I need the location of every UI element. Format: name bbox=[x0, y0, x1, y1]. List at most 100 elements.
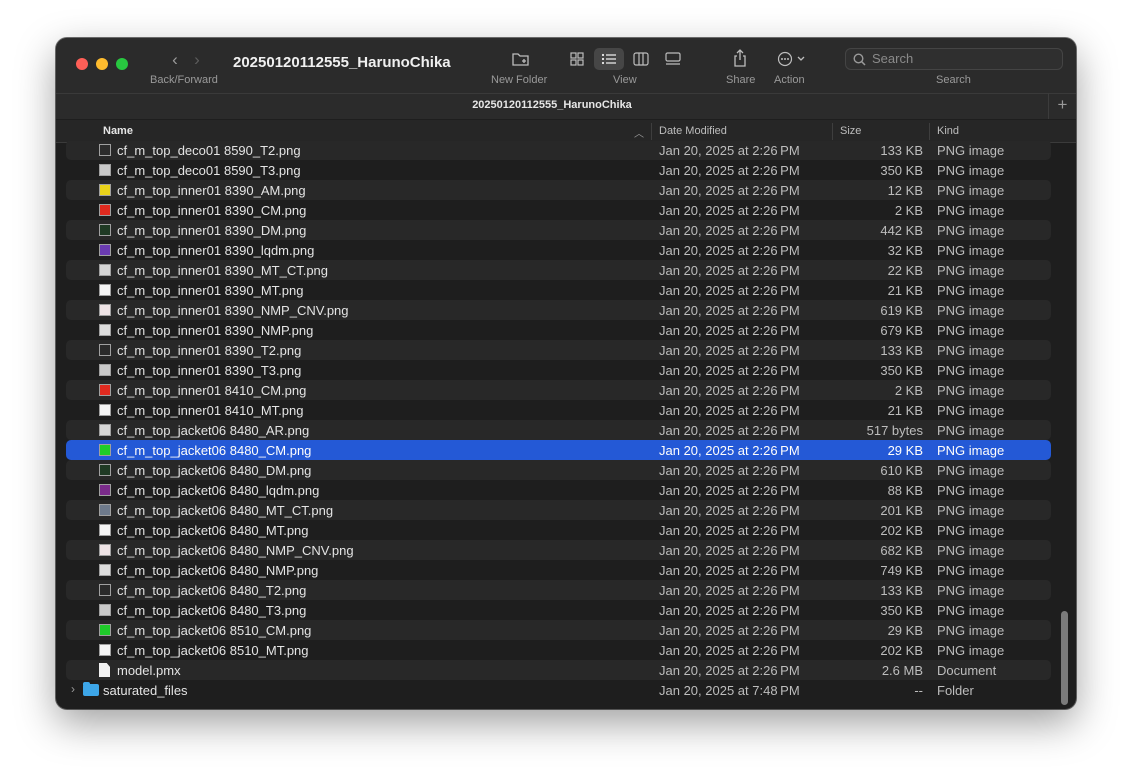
file-name: cf_m_top_inner01 8390_MT.png bbox=[117, 283, 304, 298]
file-name: cf_m_top_jacket06 8480_NMP.png bbox=[117, 563, 319, 578]
file-row[interactable]: cf_m_top_jacket06 8510_MT.png Jan 20, 202… bbox=[66, 640, 1051, 660]
file-row[interactable]: cf_m_top_inner01 8390_T2.png Jan 20, 2025… bbox=[66, 340, 1051, 360]
file-row[interactable]: cf_m_top_inner01 8390_CM.png Jan 20, 2025… bbox=[66, 200, 1051, 220]
sort-ascending-chevron-icon[interactable]: ︿ bbox=[634, 125, 644, 140]
name-column-header[interactable]: Name bbox=[103, 125, 133, 137]
file-kind: PNG image bbox=[937, 363, 1005, 378]
file-size: 21 KB bbox=[887, 403, 923, 418]
file-row[interactable]: cf_m_top_jacket06 8480_T2.png Jan 20, 202… bbox=[66, 580, 1051, 600]
file-row[interactable]: cf_m_top_jacket06 8480_DM.png Jan 20, 202… bbox=[66, 460, 1051, 480]
forward-chevron-icon[interactable]: › bbox=[186, 50, 208, 70]
file-list: cf_m_top_deco01 8590_T2.png Jan 20, 2025 … bbox=[56, 141, 1076, 709]
file-row[interactable]: cf_m_top_inner01 8410_MT.png Jan 20, 2025… bbox=[66, 400, 1051, 420]
date-modified: Jan 20, 2025 at 2:26 PM bbox=[659, 223, 800, 238]
back-chevron-icon[interactable]: ‹ bbox=[164, 50, 186, 70]
kind-column-header[interactable]: Kind bbox=[937, 125, 959, 137]
close-window-button[interactable] bbox=[76, 58, 88, 70]
tab-title[interactable]: 20250120112555_HarunoChika bbox=[56, 99, 1048, 111]
file-row[interactable]: cf_m_top_jacket06 8480_MT.png Jan 20, 202… bbox=[66, 520, 1051, 540]
file-row[interactable]: cf_m_top_jacket06 8480_CM.png Jan 20, 202… bbox=[66, 440, 1051, 460]
gallery-view-button[interactable] bbox=[658, 48, 688, 70]
column-divider[interactable] bbox=[651, 123, 652, 140]
date-modified: Jan 20, 2025 at 2:26 PM bbox=[659, 363, 800, 378]
file-size: 201 KB bbox=[880, 503, 923, 518]
file-row[interactable]: model.pmx Jan 20, 2025 at 2:26 PM 2.6 MB Do… bbox=[66, 660, 1051, 680]
tab-bar: 20250120112555_HarunoChika + bbox=[56, 93, 1076, 119]
search-input[interactable] bbox=[872, 51, 1052, 66]
file-row[interactable]: cf_m_top_jacket06 8480_MT_CT.png Jan 20, … bbox=[66, 500, 1051, 520]
ellipsis-circle-icon bbox=[777, 51, 805, 67]
file-row[interactable]: cf_m_top_jacket06 8480_AR.png Jan 20, 202… bbox=[66, 420, 1051, 440]
vertical-scrollbar[interactable] bbox=[1061, 611, 1068, 705]
file-kind: PNG image bbox=[937, 603, 1005, 618]
icon-view-button[interactable] bbox=[562, 48, 592, 70]
file-name: cf_m_top_deco01 8590_T3.png bbox=[117, 163, 301, 178]
file-kind: PNG image bbox=[937, 203, 1005, 218]
file-name: cf_m_top_inner01 8390_CM.png bbox=[117, 203, 307, 218]
date-modified: Jan 20, 2025 at 2:26 PM bbox=[659, 423, 800, 438]
file-row[interactable]: cf_m_top_jacket06 8480_NMP_CNV.png Jan 20… bbox=[66, 540, 1051, 560]
file-row[interactable]: cf_m_top_inner01 8390_lqdm.png Jan 20, 20… bbox=[66, 240, 1051, 260]
column-view-button[interactable] bbox=[626, 48, 656, 70]
action-label: Action bbox=[774, 74, 805, 86]
file-name: cf_m_top_inner01 8390_lqdm.png bbox=[117, 243, 315, 258]
file-kind: PNG image bbox=[937, 283, 1005, 298]
file-row[interactable]: cf_m_top_inner01 8410_CM.png Jan 20, 2025… bbox=[66, 380, 1051, 400]
file-row[interactable]: cf_m_top_deco01 8590_T3.png Jan 20, 2025 … bbox=[66, 160, 1051, 180]
minimize-window-button[interactable] bbox=[96, 58, 108, 70]
date-modified: Jan 20, 2025 at 2:26 PM bbox=[659, 343, 800, 358]
size-column-header[interactable]: Size bbox=[840, 125, 861, 137]
date-modified: Jan 20, 2025 at 2:26 PM bbox=[659, 163, 800, 178]
image-thumbnail-icon bbox=[99, 404, 111, 416]
file-kind: PNG image bbox=[937, 383, 1005, 398]
new-tab-button[interactable]: + bbox=[1048, 93, 1076, 119]
image-thumbnail-icon bbox=[99, 524, 111, 536]
column-divider[interactable] bbox=[929, 123, 930, 140]
back-forward-label: Back/Forward bbox=[150, 74, 218, 86]
date-modified-column-header[interactable]: Date Modified bbox=[659, 125, 727, 137]
date-modified: Jan 20, 2025 at 2:26 PM bbox=[659, 143, 800, 158]
folder-row[interactable]: › saturated_files Jan 20, 2025 at 7:48 PM -… bbox=[66, 680, 1051, 700]
file-row[interactable]: cf_m_top_inner01 8390_NMP.png Jan 20, 202… bbox=[66, 320, 1051, 340]
file-kind: PNG image bbox=[937, 223, 1005, 238]
folder-icon bbox=[83, 682, 99, 696]
zoom-window-button[interactable] bbox=[116, 58, 128, 70]
search-field[interactable] bbox=[845, 48, 1063, 70]
file-size: 88 KB bbox=[887, 483, 923, 498]
file-row[interactable]: cf_m_top_jacket06 8480_lqdm.png Jan 20, 2… bbox=[66, 480, 1051, 500]
file-name: cf_m_top_jacket06 8480_AR.png bbox=[117, 423, 310, 438]
file-row[interactable]: cf_m_top_jacket06 8480_NMP.png Jan 20, 20… bbox=[66, 560, 1051, 580]
file-row[interactable]: cf_m_top_inner01 8390_AM.png Jan 20, 2025… bbox=[66, 180, 1051, 200]
file-size: 749 KB bbox=[880, 563, 923, 578]
file-row[interactable]: cf_m_top_jacket06 8510_CM.png Jan 20, 202… bbox=[66, 620, 1051, 640]
file-size: 133 KB bbox=[880, 143, 923, 158]
file-row[interactable]: cf_m_top_jacket06 8480_T3.png Jan 20, 202… bbox=[66, 600, 1051, 620]
disclosure-chevron-icon[interactable]: › bbox=[71, 682, 75, 696]
file-name: cf_m_top_inner01 8390_T3.png bbox=[117, 363, 302, 378]
list-view-button[interactable] bbox=[594, 48, 624, 70]
grid-icon bbox=[570, 52, 584, 66]
date-modified: Jan 20, 2025 at 2:26 PM bbox=[659, 663, 800, 678]
file-kind: PNG image bbox=[937, 163, 1005, 178]
search-icon bbox=[853, 53, 866, 66]
file-size: 29 KB bbox=[887, 443, 923, 458]
file-row[interactable]: cf_m_top_inner01 8390_MT.png Jan 20, 2025… bbox=[66, 280, 1051, 300]
file-row[interactable]: cf_m_top_deco01 8590_T2.png Jan 20, 2025 … bbox=[66, 141, 1051, 160]
file-row[interactable]: cf_m_top_inner01 8390_DM.png Jan 20, 2025… bbox=[66, 220, 1051, 240]
file-kind: Document bbox=[937, 663, 997, 678]
file-row[interactable]: cf_m_top_inner01 8390_T3.png Jan 20, 2025… bbox=[66, 360, 1051, 380]
image-thumbnail-icon bbox=[99, 484, 111, 496]
file-row[interactable]: cf_m_top_inner01 8390_NMP_CNV.png Jan 20,… bbox=[66, 300, 1051, 320]
date-modified: Jan 20, 2025 at 2:26 PM bbox=[659, 263, 800, 278]
file-size: 202 KB bbox=[880, 523, 923, 538]
file-name: cf_m_top_inner01 8410_CM.png bbox=[117, 383, 307, 398]
file-kind: PNG image bbox=[937, 263, 1005, 278]
file-row[interactable]: cf_m_top_inner01 8390_MT_CT.png Jan 20, 2… bbox=[66, 260, 1051, 280]
image-thumbnail-icon bbox=[99, 304, 111, 316]
file-kind: PNG image bbox=[937, 623, 1005, 638]
file-kind: PNG image bbox=[937, 543, 1005, 558]
column-divider[interactable] bbox=[832, 123, 833, 140]
image-thumbnail-icon bbox=[99, 204, 111, 216]
share-label: Share bbox=[726, 74, 756, 86]
file-kind: PNG image bbox=[937, 583, 1005, 598]
